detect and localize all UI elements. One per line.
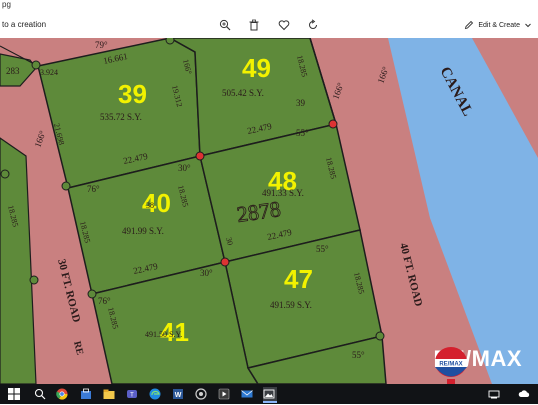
lot-number-47: 47 (284, 264, 313, 294)
lot-area-39: 535.72 S.Y. (100, 112, 142, 122)
media-icon[interactable] (218, 387, 232, 401)
dimension-label: 3.924 (40, 68, 58, 77)
tray-cloud-icon[interactable] (518, 387, 532, 401)
edit-create-icon (465, 20, 474, 30)
taskbar: T W (0, 384, 538, 404)
survey-marker (328, 119, 338, 129)
survey-marker (220, 257, 230, 267)
survey-marker (61, 181, 71, 191)
dimension-label: 30° (200, 268, 213, 278)
word-icon[interactable]: W (172, 387, 186, 401)
teams-icon[interactable]: T (126, 387, 140, 401)
lot-area-40: 491.99 S.Y. (122, 226, 164, 236)
dimension-label: 76° (87, 184, 100, 194)
edit-create-label: Edit & Create (478, 21, 520, 29)
lot-area-41: 491.50 S.Y. (145, 330, 182, 339)
dimension-label: 38 (146, 201, 154, 210)
lot-number-39: 39 (118, 79, 147, 109)
survey-marker (31, 60, 41, 70)
chrome-icon[interactable] (56, 387, 70, 401)
window-title: pg (2, 0, 11, 9)
plot-map: 39 535.72 S.Y. 49 505.42 S.Y. 40 491.99 … (0, 38, 538, 384)
dimension-label: 55° (352, 350, 365, 360)
store-icon[interactable] (80, 387, 94, 401)
edge-icon[interactable] (149, 387, 163, 401)
survey-marker (165, 38, 175, 45)
dimension-label: 39 (296, 98, 306, 108)
windows-start-icon[interactable] (8, 387, 22, 401)
tray-network-icon[interactable] (488, 387, 502, 401)
survey-marker (0, 169, 10, 179)
balloon-logo-icon: RE/MAX (435, 347, 468, 384)
survey-marker (375, 331, 385, 341)
survey-marker (87, 289, 97, 299)
dimension-label: 76° (98, 296, 111, 306)
dimension-label: 283 (6, 66, 20, 76)
survey-marker (29, 275, 39, 285)
zoom-in-icon[interactable] (218, 18, 232, 32)
balloon-label: RE/MAX (440, 362, 463, 368)
lot-area-48: 491.33 S.Y. (262, 188, 304, 198)
lot-area-49: 505.42 S.Y. (222, 88, 264, 98)
photo-toolbar: to a creation Edit & Create (0, 12, 538, 38)
delete-icon[interactable] (247, 18, 261, 32)
favorite-icon[interactable] (277, 18, 291, 32)
dimension-label: 55° (296, 128, 309, 138)
dimension-label: 30° (178, 163, 191, 173)
remax-logo: RE/MAX RE/MAX (433, 346, 522, 384)
lot-number-49: 49 (242, 53, 271, 83)
dimension-label: 79° (95, 40, 108, 50)
lot-area-47: 491.59 S.Y. (270, 300, 312, 310)
add-to-creation-link[interactable]: to a creation (2, 20, 46, 29)
rotate-icon[interactable] (306, 18, 320, 32)
explorer-icon[interactable] (103, 387, 117, 401)
chevron-down-icon (525, 23, 531, 28)
survey-marker (195, 151, 205, 161)
edit-create-menu[interactable]: Edit & Create (464, 20, 532, 30)
svg-text:T: T (130, 393, 134, 399)
mail-icon[interactable] (241, 387, 255, 401)
photos-icon[interactable] (263, 387, 277, 403)
window-titlebar: pg (0, 0, 538, 12)
search-icon[interactable] (34, 387, 48, 401)
image-viewer[interactable]: 39 535.72 S.Y. 49 505.42 S.Y. 40 491.99 … (0, 38, 538, 384)
dimension-label: 55° (316, 244, 329, 254)
app-icon[interactable] (195, 387, 209, 401)
svg-text:W: W (175, 392, 182, 399)
